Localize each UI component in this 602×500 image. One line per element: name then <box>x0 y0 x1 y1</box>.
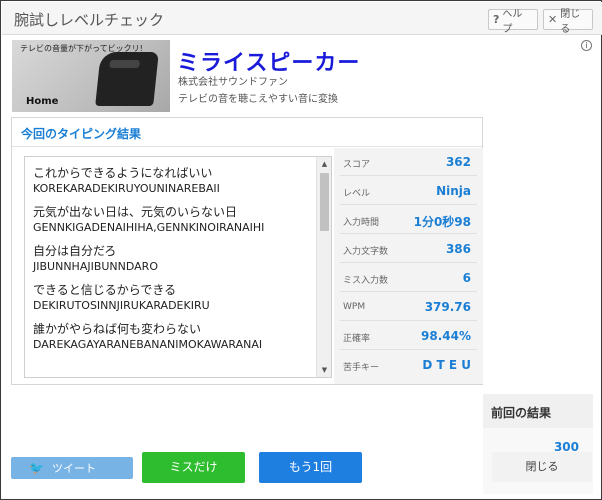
stat-label: WPM <box>343 302 366 312</box>
help-button[interactable]: ? ヘルプ <box>488 9 538 35</box>
close-button[interactable]: 閉じる <box>492 452 592 482</box>
stat-label: スコア <box>343 160 371 170</box>
dialog-title: 腕試しレベルチェック <box>14 11 165 29</box>
dialog-frame: 腕試しレベルチェック ? ヘルプ ✕ 閉じる i テレビの音量が下がってビックリ… <box>0 0 602 500</box>
romaji-text: JIBUNNHAJIBUNNDARO <box>33 260 158 273</box>
product-image-brand: Home <box>26 96 59 107</box>
stat-label: レベル <box>343 189 371 199</box>
typed-text-list[interactable]: これからできるようになればいい KOREKARADEKIRUYOUNINAREB… <box>24 156 332 378</box>
romaji-text: KOREKARADEKIRUYOUNINAREBAII <box>33 182 220 195</box>
stat-row-level: レベル Ninja <box>340 179 477 205</box>
stat-value: Ninja <box>436 184 471 198</box>
stat-row-accuracy: 正確率 98.44% <box>340 324 477 350</box>
header-close-button[interactable]: ✕ 閉じる <box>543 9 593 35</box>
japanese-text: これからできるようになればいい <box>33 166 213 180</box>
stat-label: 入力時間 <box>343 218 380 228</box>
product-description: テレビの音を聴こえやすい音に変換 <box>178 94 338 105</box>
stat-row-score: スコア 362 <box>340 150 477 176</box>
stat-value: D T E U <box>422 358 471 372</box>
retry-button[interactable]: もう1回 <box>259 452 362 483</box>
list-item: これからできるようになればいい KOREKARADEKIRUYOUNINAREB… <box>25 165 317 196</box>
stat-value: 386 <box>445 242 471 256</box>
miss-only-button[interactable]: ミスだけ <box>142 452 245 483</box>
stat-label: 正確率 <box>343 334 371 344</box>
japanese-text: できると信じるからできる <box>33 283 177 297</box>
speaker-graphic <box>95 52 159 106</box>
stat-value: 98.44% <box>421 329 471 343</box>
twitter-bird-icon: 🐦 <box>29 461 44 475</box>
stat-value: 362 <box>445 155 471 169</box>
stat-row-weak-keys: 苦手キー D T E U <box>340 353 477 379</box>
scrollbar[interactable]: ▲ ▼ <box>316 157 331 377</box>
list-item: 自分は自分だろ JIBUNNHAJIBUNNDARO <box>25 243 317 274</box>
romaji-text: DEKIRUTOSINNJIRUKARADEKIRU <box>33 299 210 312</box>
stat-value: 379.76 <box>424 300 471 314</box>
list-item: 元気が出ない日は、元気のいらない日 GENNKIGADENAIHIHA,GENN… <box>25 204 317 235</box>
list-item: できると信じるからできる DEKIRUTOSINNJIRUKARADEKIRU <box>25 282 317 313</box>
question-icon: ? <box>493 13 500 26</box>
stat-value: 1分0秒98 <box>413 215 471 229</box>
japanese-text: 誰かがやらねば何も変わらない <box>33 322 202 336</box>
scroll-down-arrow-icon[interactable]: ▼ <box>317 363 331 377</box>
header-close-label: 閉じる <box>560 8 581 35</box>
stats-table: スコア 362 レベル Ninja 入力時間 1分0秒98 入力文字数 386 … <box>334 148 483 384</box>
stat-row-time: 入力時間 1分0秒98 <box>340 208 477 234</box>
previous-result-title: 前回の結果 <box>491 406 552 420</box>
stat-label: 入力文字数 <box>343 247 389 257</box>
product-image: テレビの音量が下がってビックリ! Home <box>12 40 170 112</box>
tweet-button[interactable]: 🐦 ツイート <box>11 457 133 479</box>
japanese-text: 元気が出ない日は、元気のいらない日 <box>33 205 238 219</box>
stat-row-chars: 入力文字数 386 <box>340 237 477 263</box>
stat-label: 苦手キー <box>343 363 380 373</box>
japanese-text: 自分は自分だろ <box>33 244 117 258</box>
results-title: 今回のタイピング結果 <box>21 127 142 141</box>
stat-row-misses: ミス入力数 6 <box>340 266 477 292</box>
typed-text-content: これからできるようになればいい KOREKARADEKIRUYOUNINAREB… <box>25 157 317 377</box>
help-label: ヘルプ <box>502 8 523 35</box>
stat-value: 6 <box>462 271 471 285</box>
info-icon[interactable]: i <box>581 40 592 51</box>
stat-row-wpm: WPM 379.76 <box>340 295 477 321</box>
romaji-text: GENNKIGADENAIHIHA,GENNKINOIRANAIHI <box>33 221 265 234</box>
romaji-text: DAREKAGAYARANEBANANIMOKAWARANAI <box>33 338 263 351</box>
scroll-up-arrow-icon[interactable]: ▲ <box>317 157 331 171</box>
list-item: 誰かがやらねば何も変わらない DAREKAGAYARANEBANANIMOKAW… <box>25 321 317 352</box>
divider <box>12 146 482 147</box>
dialog-header: 腕試しレベルチェック ? ヘルプ ✕ 閉じる <box>2 2 602 35</box>
tweet-label: ツイート <box>51 462 96 475</box>
close-icon: ✕ <box>548 13 558 26</box>
results-panel: 今回のタイピング結果 これからできるようになればいい KOREKARADEKIR… <box>11 117 483 385</box>
stat-label: ミス入力数 <box>343 276 389 286</box>
product-company: 株式会社サウンドファン <box>178 77 288 88</box>
scroll-thumb[interactable] <box>320 173 329 231</box>
